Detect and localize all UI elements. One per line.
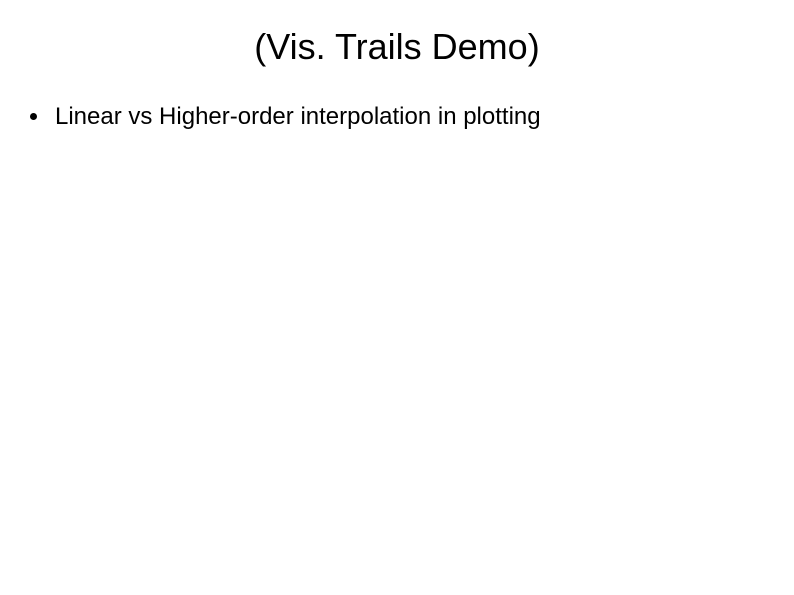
bullet-list: Linear vs Higher-order interpolation in … <box>30 100 541 134</box>
bullet-text: Linear vs Higher-order interpolation in … <box>55 100 541 134</box>
list-item: Linear vs Higher-order interpolation in … <box>30 100 541 134</box>
slide-title: (Vis. Trails Demo) <box>0 26 794 68</box>
bullet-icon <box>30 113 37 120</box>
